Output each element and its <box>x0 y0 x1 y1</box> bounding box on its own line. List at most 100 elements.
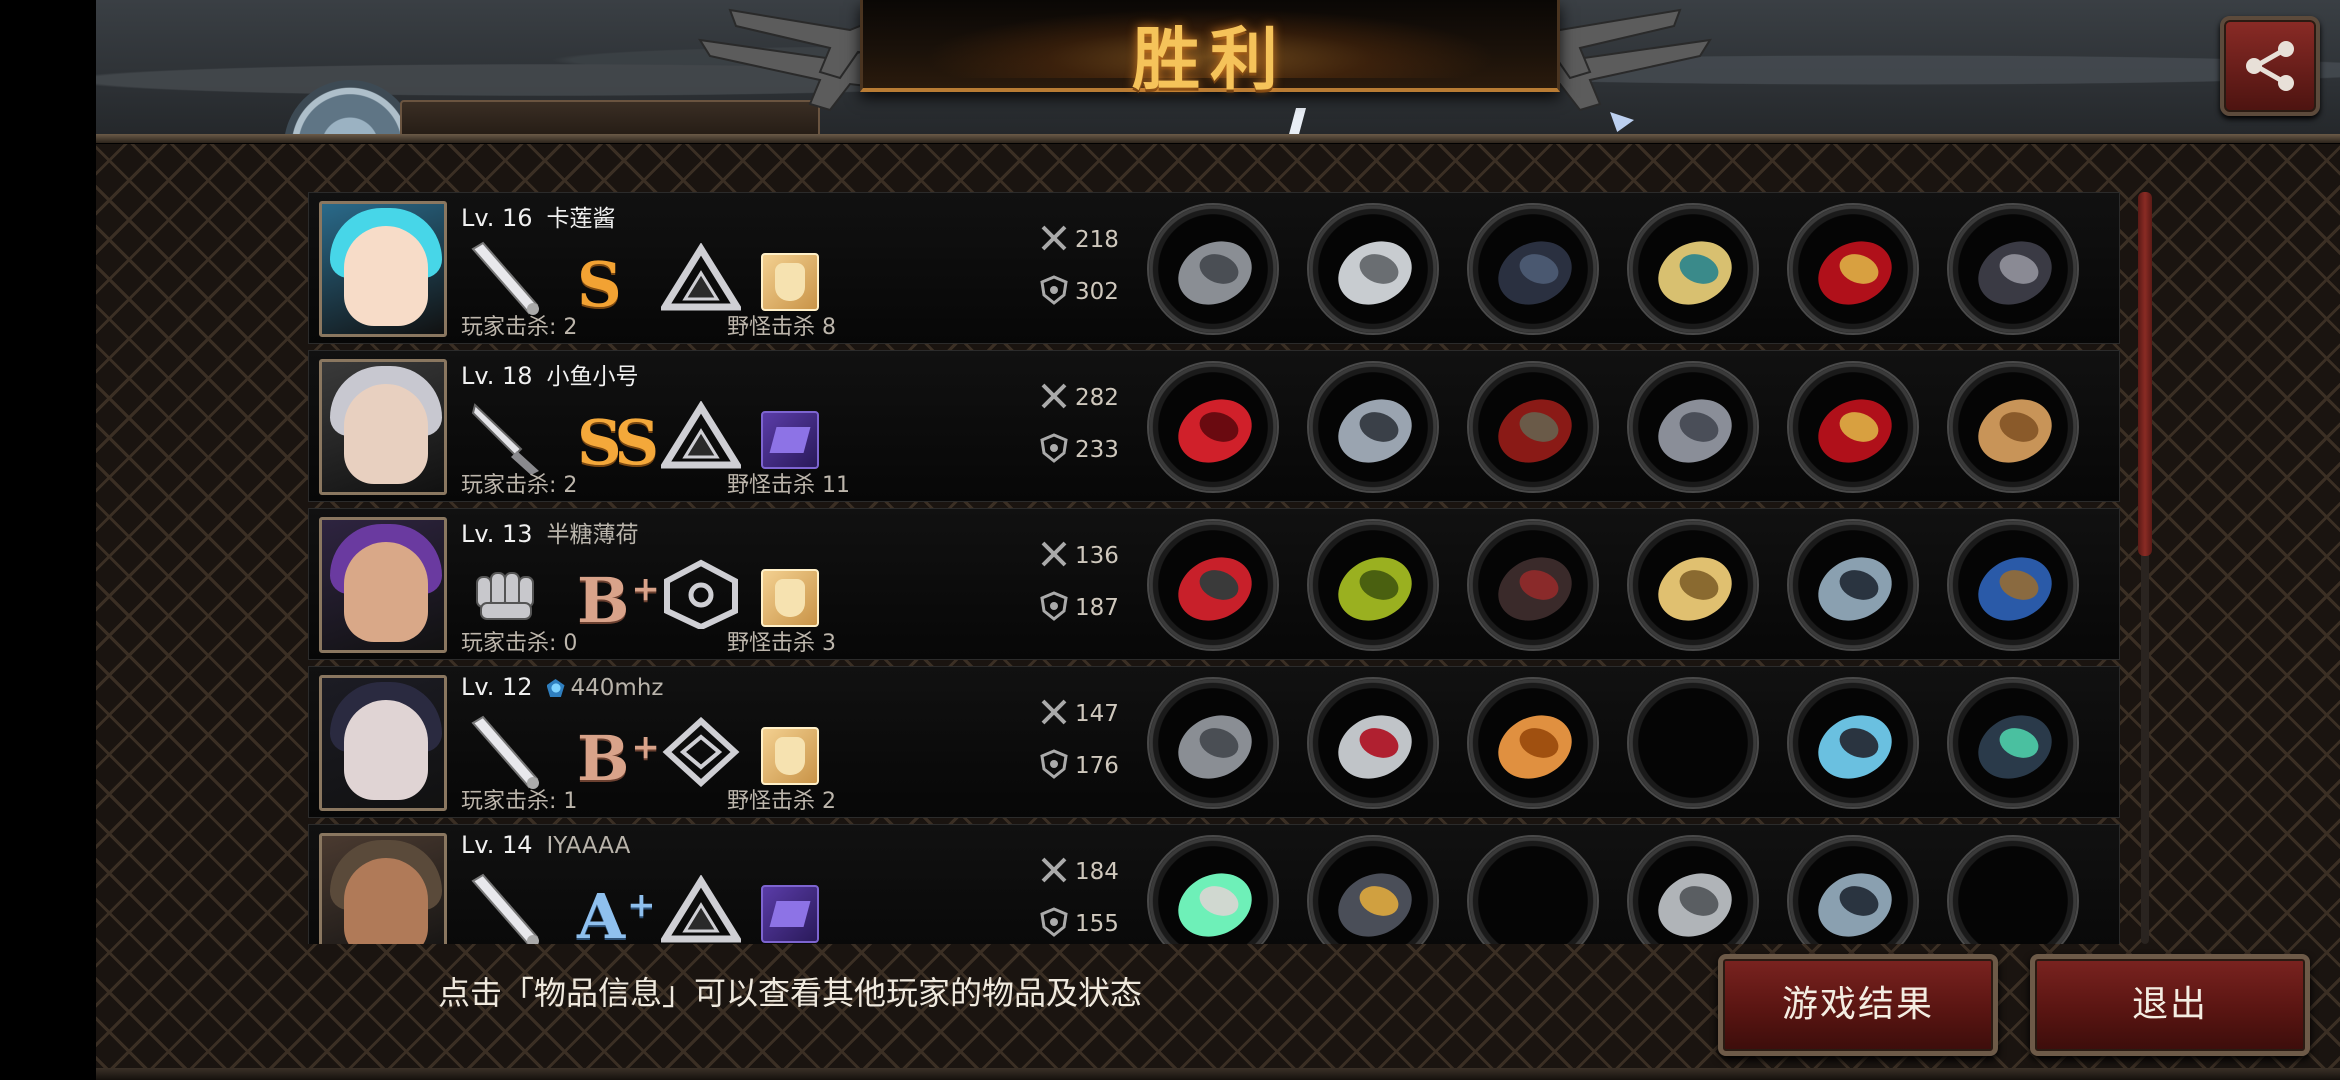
scope-icon <box>1978 715 2052 779</box>
equipment-slot[interactable] <box>1627 361 1759 493</box>
triangle-skill-icon[interactable] <box>661 875 741 944</box>
equipment-slot[interactable] <box>1947 203 2079 335</box>
exit-button[interactable]: 退出 <box>2030 954 2310 1056</box>
equipment-slot[interactable] <box>1627 835 1759 944</box>
equipment-slot[interactable] <box>1947 677 2079 809</box>
player-avatar[interactable] <box>319 517 447 653</box>
equipment-slot[interactable] <box>1467 519 1599 651</box>
defense-stat: 176 <box>1039 749 1119 779</box>
equipment-slot[interactable] <box>1467 835 1599 944</box>
monster-kills: 野怪击杀 3 <box>727 631 836 656</box>
equipment-slot[interactable] <box>1147 519 1279 651</box>
equipment-slot[interactable] <box>1627 519 1759 651</box>
player-level-name: Lv. 12 440mhz <box>461 673 663 701</box>
defense-stat: 155 <box>1039 907 1119 937</box>
equipment-slot[interactable] <box>1147 361 1279 493</box>
equipment-slot[interactable] <box>1307 835 1439 944</box>
rank-plus: + <box>631 569 660 609</box>
rank-letter: S <box>577 248 622 321</box>
scrollbar-thumb[interactable] <box>2138 192 2152 556</box>
equipment-slot[interactable] <box>1627 203 1759 335</box>
knight-helmet-icon <box>1338 241 1412 305</box>
crossed-swords-icon <box>1041 541 1067 567</box>
bat-weapon-icon[interactable] <box>467 871 549 944</box>
backpack-icon[interactable] <box>761 727 819 785</box>
twin-lightsaber-icon <box>1178 873 1252 937</box>
equipment-slot[interactable] <box>1307 361 1439 493</box>
equipment-slot[interactable] <box>1307 677 1439 809</box>
player-avatar[interactable] <box>319 201 447 337</box>
red-heels-icon <box>1818 241 1892 305</box>
player-name: 卡莲酱 <box>546 206 616 232</box>
tech-sneakers-icon <box>1818 715 1892 779</box>
gold-shield-icon <box>1658 557 1732 621</box>
player-avatar[interactable] <box>319 833 447 944</box>
fist-weapon-icon[interactable] <box>467 555 549 635</box>
equipment-slot[interactable] <box>1787 677 1919 809</box>
equipment-slot[interactable] <box>1627 677 1759 809</box>
player-row[interactable]: Lv. 16 卡莲酱 S 玩家击杀: 2 野怪击杀 8 218 302 <box>308 192 2120 344</box>
bat-weapon-icon[interactable] <box>467 239 549 319</box>
player-row[interactable]: Lv. 14 IYAAAA A+ 184 155 <box>308 824 2120 944</box>
player-row[interactable]: Lv. 18 小鱼小号 SS 玩家击杀: 2 野怪击杀 11 282 233 <box>308 350 2120 502</box>
dark-bikini-icon <box>1498 557 1572 621</box>
crossed-swords-icon <box>1041 857 1067 883</box>
backpack-icon[interactable] <box>761 569 819 627</box>
backpack-icon[interactable] <box>761 253 819 311</box>
equipment-slot[interactable] <box>1787 203 1919 335</box>
shield-icon <box>1040 591 1068 621</box>
player-level-name: Lv. 18 小鱼小号 <box>461 357 639 391</box>
player-name: 小鱼小号 <box>546 364 639 390</box>
share-button[interactable] <box>2220 16 2320 116</box>
attack-stat: 147 <box>1039 697 1119 727</box>
player-list[interactable]: Lv. 16 卡莲酱 S 玩家击杀: 2 野怪击杀 8 218 302 Lv. 18 小鱼小号 S… <box>308 192 2124 944</box>
player-row[interactable]: Lv. 12 440mhz B+ 玩家击杀: 1 野怪击杀 2 147 176 <box>308 666 2120 818</box>
hex-skill-icon[interactable] <box>661 559 741 629</box>
backpack-icon[interactable] <box>761 411 819 469</box>
bat-weapon-icon[interactable] <box>467 713 549 793</box>
defense-value: 302 <box>1075 279 1119 305</box>
equipment-slot[interactable] <box>1787 361 1919 493</box>
defense-value: 233 <box>1075 437 1119 463</box>
equipment-slot[interactable] <box>1947 519 2079 651</box>
rank-letter: B <box>577 564 630 637</box>
player-row[interactable]: Lv. 13 半糖薄荷 B+ 玩家击杀: 0 野怪击杀 3 136 187 <box>308 508 2120 660</box>
triangle-skill-icon[interactable] <box>661 243 741 313</box>
equipment-slot[interactable] <box>1787 519 1919 651</box>
rank-badge: B+ <box>577 711 667 795</box>
knife-weapon-icon[interactable] <box>467 397 549 477</box>
equipment-slot[interactable] <box>1467 361 1599 493</box>
game-result-button[interactable]: 游戏结果 <box>1718 954 1998 1056</box>
player-level: Lv. 14 <box>461 831 533 859</box>
victory-banner: 胜利 <box>860 0 1560 100</box>
red-claw-icon <box>1178 557 1252 621</box>
equipment-slot[interactable] <box>1147 835 1279 944</box>
equipment-slot[interactable] <box>1947 361 2079 493</box>
backpack-icon[interactable] <box>761 885 819 943</box>
diamond-skill-icon[interactable] <box>661 717 741 787</box>
player-level: Lv. 16 <box>461 204 533 232</box>
attack-stat: 136 <box>1039 539 1119 569</box>
player-avatar[interactable] <box>319 359 447 495</box>
gold-bracelet-icon <box>1658 241 1732 305</box>
equipment-slot[interactable] <box>1307 519 1439 651</box>
player-kills: 玩家击杀: 0 <box>461 631 578 656</box>
rank-badge: B+ <box>577 553 667 637</box>
game-result-screen: 胜利 Lv. 16 卡莲酱 S 玩家击杀: 2 野怪击杀 8 218 302 Lv. 18 小鱼… <box>0 0 2340 1080</box>
defense-stat: 233 <box>1039 433 1119 463</box>
player-name: IYAAAA <box>546 833 631 859</box>
equipment-slot[interactable] <box>1787 835 1919 944</box>
triangle-skill-icon[interactable] <box>661 401 741 471</box>
equipment-slot[interactable] <box>1467 203 1599 335</box>
monster-kills: 野怪击杀 11 <box>727 473 850 498</box>
cat-box-icon <box>1978 399 2052 463</box>
defense-value: 155 <box>1075 911 1119 937</box>
rank-plus: + <box>627 885 656 925</box>
equipment-slot[interactable] <box>1307 203 1439 335</box>
gem-icon <box>546 679 565 697</box>
equipment-slot[interactable] <box>1947 835 2079 944</box>
equipment-slot[interactable] <box>1147 203 1279 335</box>
equipment-slot[interactable] <box>1147 677 1279 809</box>
equipment-slot[interactable] <box>1467 677 1599 809</box>
player-avatar[interactable] <box>319 675 447 811</box>
